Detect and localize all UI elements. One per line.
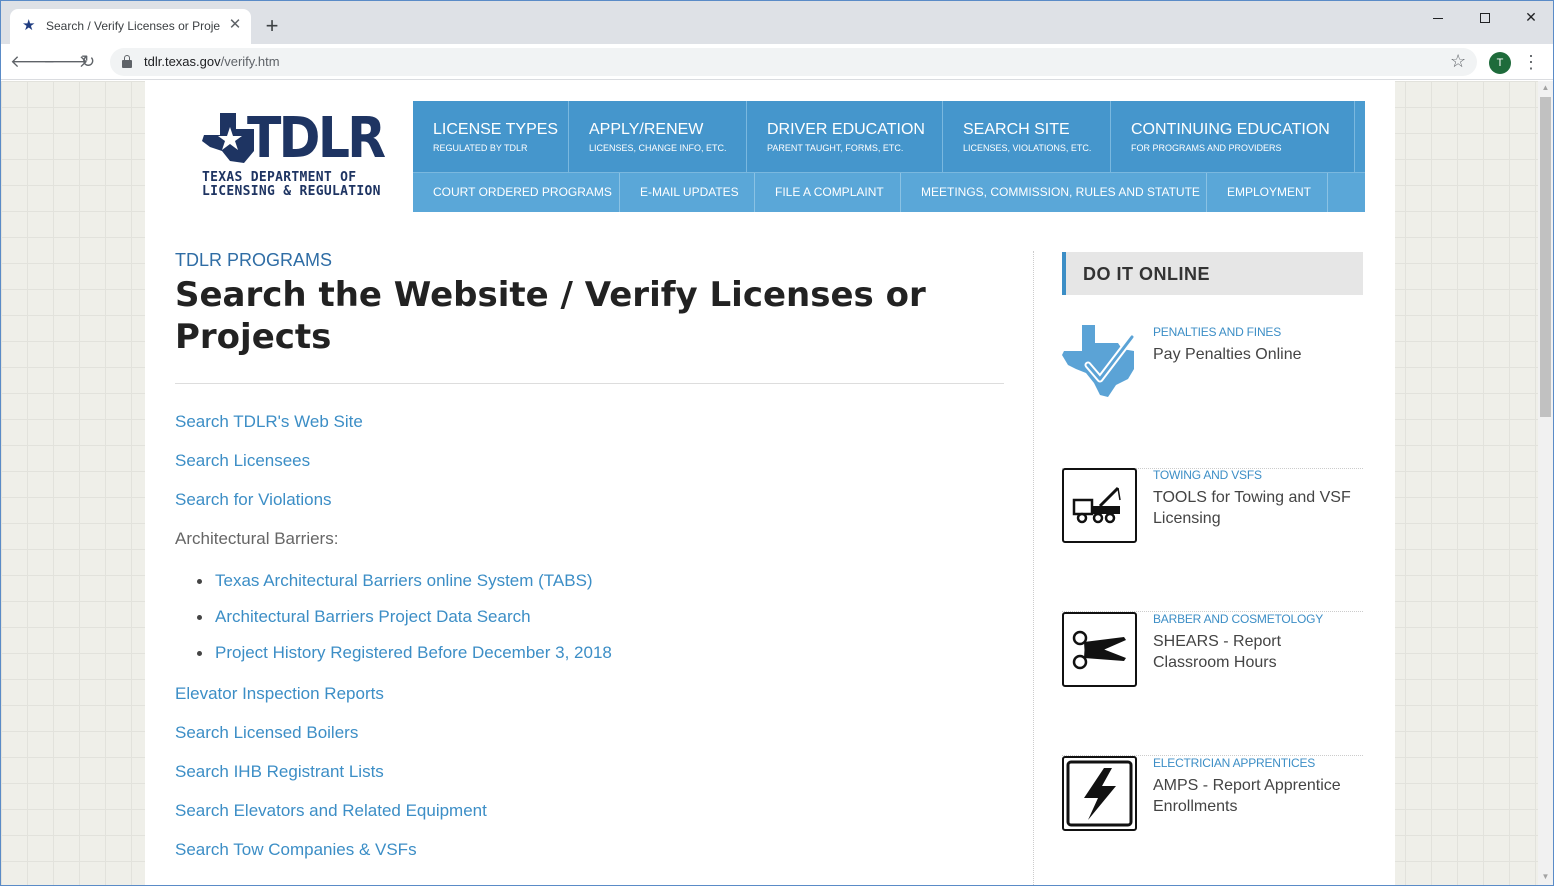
online-card-penalties[interactable]: Penalties and Fines Pay Penalties Online bbox=[1062, 325, 1363, 469]
bullet-dot bbox=[197, 579, 202, 584]
lightning-icon bbox=[1062, 756, 1137, 831]
browser-tab[interactable]: ★ Search / Verify Licenses or Projec ✕ bbox=[10, 9, 251, 44]
link-ihb-registrant-lists[interactable]: Search IHB Registrant Lists bbox=[175, 762, 384, 782]
bookmark-star-icon[interactable]: ☆ bbox=[1450, 51, 1466, 72]
nav-license-types[interactable]: LICENSE TYPES REGULATED BY TDLR bbox=[413, 101, 569, 172]
online-card-towing[interactable]: Towing and VSFs TOOLS for Towing and VSF… bbox=[1062, 468, 1363, 612]
nav-subtitle: LICENSES, VIOLATIONS, ETC. bbox=[963, 143, 1092, 153]
nav-meetings-commission[interactable]: MEETINGS, COMMISSION, RULES AND STATUTE bbox=[901, 173, 1207, 212]
reload-icon[interactable]: ↻ bbox=[75, 49, 101, 75]
minimize-button[interactable] bbox=[1415, 3, 1461, 31]
link-licensed-boilers[interactable]: Search Licensed Boilers bbox=[175, 723, 358, 743]
title-divider bbox=[175, 383, 1004, 384]
link-barriers-project-search[interactable]: Architectural Barriers Project Data Sear… bbox=[215, 607, 531, 627]
back-arrow-icon[interactable]: 🡐 bbox=[10, 49, 56, 75]
card-title[interactable]: TOOLS for Towing and VSF Licensing bbox=[1153, 487, 1353, 529]
card-title[interactable]: AMPS - Report Apprentice Enrollments bbox=[1153, 775, 1353, 817]
card-category: Electrician Apprentices bbox=[1153, 756, 1316, 770]
page-container: TDLR TEXAS DEPARTMENT OF LICENSING & REG… bbox=[145, 81, 1395, 885]
card-title[interactable]: SHEARS - Report Classroom Hours bbox=[1153, 631, 1353, 673]
star-favicon-icon: ★ bbox=[22, 17, 36, 34]
minimize-icon bbox=[1433, 17, 1443, 19]
forward-arrow-icon[interactable]: 🡒 bbox=[43, 49, 89, 75]
nav-email-updates[interactable]: E-MAIL UPDATES bbox=[620, 173, 755, 212]
online-card-amps[interactable]: Electrician Apprentices AMPS - Report Ap… bbox=[1062, 756, 1363, 885]
logo-tagline-line2: LICENSING & REGULATION bbox=[202, 184, 381, 199]
scroll-up-arrow-icon[interactable]: ▲ bbox=[1538, 83, 1553, 95]
nav-court-ordered-programs[interactable]: COURT ORDERED PROGRAMS bbox=[413, 173, 620, 212]
link-elevator-inspection-reports[interactable]: Elevator Inspection Reports bbox=[175, 684, 384, 704]
link-tabs[interactable]: Texas Architectural Barriers online Syst… bbox=[215, 571, 593, 591]
sidebar-heading-text: DO IT ONLINE bbox=[1083, 264, 1210, 284]
tdlr-logo[interactable]: TDLR TEXAS DEPARTMENT OF LICENSING & REG… bbox=[200, 108, 386, 203]
nav-employment[interactable]: EMPLOYMENT bbox=[1207, 173, 1328, 212]
scissors-icon bbox=[1062, 612, 1137, 687]
texas-check-icon bbox=[1062, 325, 1136, 397]
nav-file-complaint[interactable]: FILE A COMPLAINT bbox=[755, 173, 901, 212]
nav-subtitle: PARENT TAUGHT, FORMS, ETC. bbox=[767, 143, 904, 153]
online-card-shears[interactable]: Barber and Cosmetology SHEARS - Report C… bbox=[1062, 612, 1363, 756]
sidebar-heading: DO IT ONLINE bbox=[1062, 252, 1363, 295]
nav-search-site[interactable]: SEARCH SITE LICENSES, VIOLATIONS, ETC. bbox=[943, 101, 1111, 172]
card-category: Penalties and Fines bbox=[1153, 325, 1282, 339]
primary-nav: LICENSE TYPES REGULATED BY TDLR APPLY/RE… bbox=[413, 101, 1365, 172]
nav-title: DRIVER EDUCATION bbox=[767, 121, 925, 138]
url-host: tdlr.texas.gov bbox=[144, 54, 221, 69]
link-search-violations[interactable]: Search for Violations bbox=[175, 490, 332, 510]
address-bar[interactable]: tdlr.texas.gov/verify.htm ☆ bbox=[110, 48, 1477, 76]
link-project-history[interactable]: Project History Registered Before Decemb… bbox=[215, 643, 612, 663]
secondary-nav: COURT ORDERED PROGRAMS E-MAIL UPDATES FI… bbox=[413, 172, 1365, 212]
barriers-label: Architectural Barriers: bbox=[175, 529, 339, 548]
browser-window: ★ Search / Verify Licenses or Projec ✕ +… bbox=[0, 0, 1554, 886]
card-category: Barber and Cosmetology bbox=[1153, 612, 1324, 626]
maximize-icon bbox=[1480, 13, 1490, 24]
nav-driver-education[interactable]: DRIVER EDUCATION PARENT TAUGHT, FORMS, E… bbox=[747, 101, 943, 172]
card-title[interactable]: Pay Penalties Online bbox=[1153, 344, 1353, 365]
tow-truck-icon bbox=[1062, 468, 1137, 543]
page-title: Search the Website / Verify Licenses or … bbox=[175, 275, 926, 357]
nav-title: LICENSE TYPES bbox=[433, 121, 559, 138]
browser-toolbar: 🡐 🡒 ↻ tdlr.texas.gov/verify.htm ☆ T ⋮ bbox=[1, 44, 1553, 80]
scroll-down-arrow-icon[interactable]: ▼ bbox=[1538, 872, 1553, 884]
maximize-button[interactable] bbox=[1462, 3, 1508, 31]
logo-wordmark: TDLR bbox=[247, 106, 386, 171]
card-category: Towing and VSFs bbox=[1153, 468, 1262, 482]
link-search-licensees[interactable]: Search Licensees bbox=[175, 451, 310, 471]
vertical-scrollbar[interactable]: ▲ ▼ bbox=[1538, 81, 1553, 885]
nav-title: SEARCH SITE bbox=[963, 121, 1070, 138]
new-tab-button[interactable]: + bbox=[259, 13, 285, 39]
link-tow-companies[interactable]: Search Tow Companies & VSFs bbox=[175, 840, 417, 860]
column-divider bbox=[1033, 251, 1034, 885]
menu-kebab-icon[interactable]: ⋮ bbox=[1521, 50, 1541, 74]
close-window-button[interactable]: ✕ bbox=[1508, 3, 1553, 31]
bullet-dot bbox=[197, 615, 202, 620]
tab-close-icon[interactable]: ✕ bbox=[226, 16, 244, 34]
main-navigation: LICENSE TYPES REGULATED BY TDLR APPLY/RE… bbox=[413, 101, 1365, 212]
link-search-website[interactable]: Search TDLR's Web Site bbox=[175, 412, 363, 432]
logo-tagline-line1: TEXAS DEPARTMENT OF bbox=[202, 170, 357, 185]
scrollbar-thumb[interactable] bbox=[1540, 97, 1551, 417]
profile-avatar[interactable]: T bbox=[1489, 52, 1511, 74]
url-path: /verify.htm bbox=[220, 54, 280, 69]
nav-subtitle: REGULATED BY TDLR bbox=[433, 143, 528, 153]
nav-title: CONTINUING EDUCATION bbox=[1131, 121, 1330, 138]
logo-tagline: TEXAS DEPARTMENT OF LICENSING & REGULATI… bbox=[202, 170, 381, 199]
bullet-dot bbox=[197, 651, 202, 656]
nav-continuing-education[interactable]: CONTINUING EDUCATION FOR PROGRAMS AND PR… bbox=[1111, 101, 1355, 172]
section-kicker[interactable]: TDLR PROGRAMS bbox=[175, 250, 332, 271]
nav-apply-renew[interactable]: APPLY/RENEW LICENSES, CHANGE INFO, ETC. bbox=[569, 101, 747, 172]
nav-subtitle: LICENSES, CHANGE INFO, ETC. bbox=[589, 143, 727, 153]
link-elevators-equipment[interactable]: Search Elevators and Related Equipment bbox=[175, 801, 487, 821]
page-viewport: TDLR TEXAS DEPARTMENT OF LICENSING & REG… bbox=[1, 81, 1538, 885]
tab-title: Search / Verify Licenses or Projec bbox=[46, 19, 220, 33]
url-text[interactable]: tdlr.texas.gov/verify.htm bbox=[144, 54, 280, 69]
nav-title: APPLY/RENEW bbox=[589, 121, 704, 138]
tab-strip: ★ Search / Verify Licenses or Projec ✕ +… bbox=[1, 1, 1553, 44]
lock-icon[interactable] bbox=[122, 55, 132, 69]
nav-subtitle: FOR PROGRAMS AND PROVIDERS bbox=[1131, 143, 1282, 153]
